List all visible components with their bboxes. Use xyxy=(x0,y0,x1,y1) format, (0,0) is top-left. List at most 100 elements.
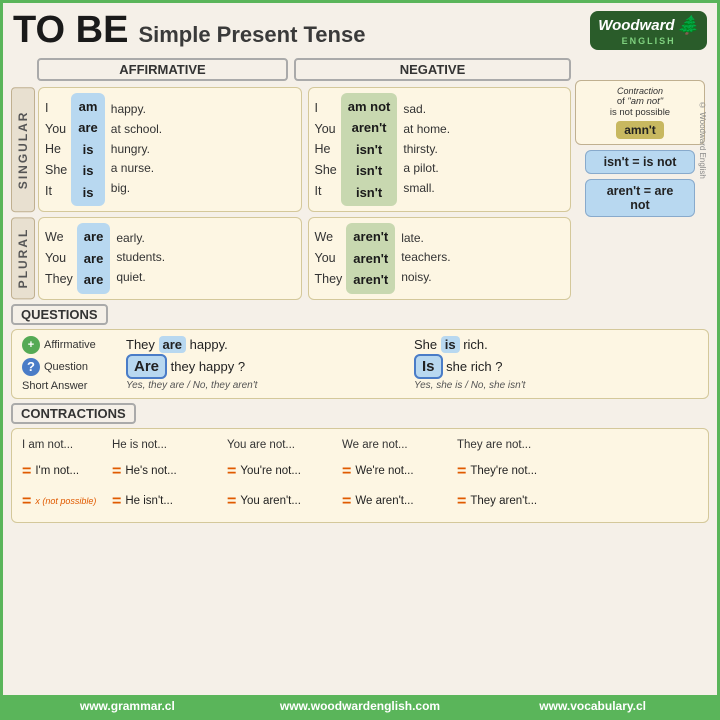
eq-icon-4b: = xyxy=(342,488,351,515)
amnt-badge: amn't xyxy=(616,121,664,139)
q-row-short-answer: Short Answer Yes, they are / No, they ar… xyxy=(22,380,698,392)
short-answer-text: Short Answer xyxy=(22,380,87,392)
eq-icon-4a: = xyxy=(342,458,351,485)
eq-icon-2a: = xyxy=(112,458,121,485)
footer-link3[interactable]: www.vocabulary.cl xyxy=(476,699,709,713)
question-badge: ? xyxy=(22,358,40,376)
ct2-row3-text: He isn't... xyxy=(125,492,173,512)
header: TO BE Simple Present Tense Woodward 🌲 EN… xyxy=(3,3,717,56)
amnt-note-box: Contraction of "am not" is not possible … xyxy=(575,80,705,145)
eq-icon-1a: = xyxy=(22,458,31,485)
logo-wordward: Woodward 🌲 xyxy=(598,15,699,36)
ct1-row1: I am not... xyxy=(20,435,110,457)
ct2-row1: He is not... xyxy=(110,435,225,457)
arent-eq-box: aren't = are not xyxy=(585,179,695,217)
footer: www.grammar.cl www.woodwardenglish.com w… xyxy=(3,695,717,717)
singular-band: SINGULAR xyxy=(11,87,35,212)
questions-label: QUESTIONS xyxy=(11,304,108,325)
ct3-row3-text: You aren't... xyxy=(240,492,301,512)
questions-content: + Affirmative They are happy. She is ric… xyxy=(11,329,709,399)
affirmative-label: AFFIRMATIVE xyxy=(37,58,288,81)
plural-aff-pronouns: We You They xyxy=(45,227,73,289)
eq-icon-5a: = xyxy=(457,458,466,485)
eq-icon-2b: = xyxy=(112,488,121,515)
plural-section: PLURAL We You They are are are xyxy=(11,217,571,299)
contractions-section: CONTRACTIONS I am not... = I'm not... = … xyxy=(3,403,717,524)
q-short-answer1: Yes, they are / No, they aren't xyxy=(126,380,410,391)
is-big-verb: Is xyxy=(414,354,443,379)
upper-left: AFFIRMATIVE NEGATIVE SINGULAR I You He xyxy=(11,58,571,300)
plural-neg-cell: We You They aren't aren't aren't late. t… xyxy=(308,217,572,299)
contractions-col2: He is not... = He's not... = He isn't... xyxy=(110,435,225,517)
tree-icon: 🌲 xyxy=(677,15,699,36)
upper-section: AFFIRMATIVE NEGATIVE SINGULAR I You He xyxy=(3,56,717,300)
q-aff-sentence1: They are happy. xyxy=(126,337,410,352)
question-text: Question xyxy=(44,361,88,373)
footer-link2[interactable]: www.woodwardenglish.com xyxy=(244,699,477,713)
singular-neg-pronouns: I You He She It xyxy=(315,98,337,201)
logo-english: ENGLISH xyxy=(598,36,699,46)
ct2-row2-text: He's not... xyxy=(125,462,176,482)
q-question-sentence2: Is she rich ? xyxy=(414,358,698,375)
ct5-row1: They are not... xyxy=(455,435,580,457)
plural-neg-pronouns: We You They xyxy=(315,227,343,289)
main-container: TO BE Simple Present Tense Woodward 🌲 EN… xyxy=(0,0,720,720)
title-subtitle: Simple Present Tense xyxy=(138,22,365,48)
singular-neg-comps: sad. at home. thirsty. a pilot. small. xyxy=(403,100,450,199)
plural-aff-comps: early. students. quiet. xyxy=(116,229,165,288)
singular-aff-comps: happy. at school. hungry. a nurse. big. xyxy=(111,100,162,199)
eq-icon-5b: = xyxy=(457,488,466,515)
q-short-label: Short Answer xyxy=(22,380,122,392)
logo-box: Woodward 🌲 ENGLISH xyxy=(590,11,707,50)
eq-icon-3a: = xyxy=(227,458,236,485)
ct2-row2: = He's not... xyxy=(110,457,225,486)
q-row-affirmative: + Affirmative They are happy. She is ric… xyxy=(22,336,698,354)
ct3-row1: You are not... xyxy=(225,435,340,457)
plural-grid: We You They are are are early. students. xyxy=(38,217,571,299)
ct5-row2-text: They're not... xyxy=(470,462,537,482)
plural-neg-verbs: aren't aren't aren't xyxy=(346,223,395,293)
plural-band: PLURAL xyxy=(11,217,35,299)
section-headers: AFFIRMATIVE NEGATIVE xyxy=(11,58,571,81)
contractions-col4: We are not... = We're not... = We aren't… xyxy=(340,435,455,517)
contractions-table: I am not... = I'm not... = x (not possib… xyxy=(11,428,709,524)
ct4-row2-text: We're not... xyxy=(355,462,413,482)
ct4-row2: = We're not... xyxy=(340,457,455,486)
ct4-row3-text: We aren't... xyxy=(355,492,413,512)
contractions-label: CONTRACTIONS xyxy=(11,403,136,424)
plural-aff-cell: We You They are are are early. students. xyxy=(38,217,302,299)
plus-badge: + xyxy=(22,336,40,354)
arent-eq: aren't = are not xyxy=(607,184,674,212)
q-affirmative-label: + Affirmative xyxy=(22,336,122,354)
ct3-row2-text: You're not... xyxy=(240,462,301,482)
ct4-row1: We are not... xyxy=(340,435,455,457)
eq-icon-3b: = xyxy=(227,488,236,515)
singular-neg-verbs: am not aren't isn't isn't isn't xyxy=(341,93,398,206)
ct5-row2: = They're not... xyxy=(455,457,580,486)
ct3-row3: = You aren't... xyxy=(225,487,340,516)
ct1-row2-text: I'm not... xyxy=(35,462,79,482)
isnt-eq: isn't = is not xyxy=(604,155,677,169)
ct4-row3: = We aren't... xyxy=(340,487,455,516)
are-big-verb: Are xyxy=(126,354,167,379)
q-question-label: ? Question xyxy=(22,358,122,376)
header-title: TO BE Simple Present Tense xyxy=(13,9,365,52)
right-notes: Contraction of "am not" is not possible … xyxy=(571,58,709,300)
singular-section: SINGULAR I You He She It am are xyxy=(11,87,571,212)
contractions-col3: You are not... = You're not... = You are… xyxy=(225,435,340,517)
singular-neg-cell: I You He She It am not aren't isn't isn'… xyxy=(308,87,572,212)
ct1-row2: = I'm not... xyxy=(20,457,110,486)
ct1-row3-text: x (not possible) xyxy=(35,494,96,509)
footer-link1[interactable]: www.grammar.cl xyxy=(11,699,244,713)
amnt-of: of "am not" xyxy=(583,96,697,107)
ct5-row3: = They aren't... xyxy=(455,487,580,516)
isnt-eq-box: isn't = is not xyxy=(585,150,695,174)
q-short-answer2: Yes, she is / No, she isn't xyxy=(414,380,698,391)
q-aff-sentence2: She is rich. xyxy=(414,337,698,352)
plural-neg-comps: late. teachers. noisy. xyxy=(401,229,450,288)
ct1-row3: = x (not possible) xyxy=(20,487,110,516)
amnt-title: Contraction xyxy=(583,86,697,96)
q-question-sentence1: Are they happy ? xyxy=(126,358,410,375)
contractions-col5: They are not... = They're not... = They … xyxy=(455,435,580,517)
singular-grid: I You He She It am are is is is xyxy=(38,87,571,212)
